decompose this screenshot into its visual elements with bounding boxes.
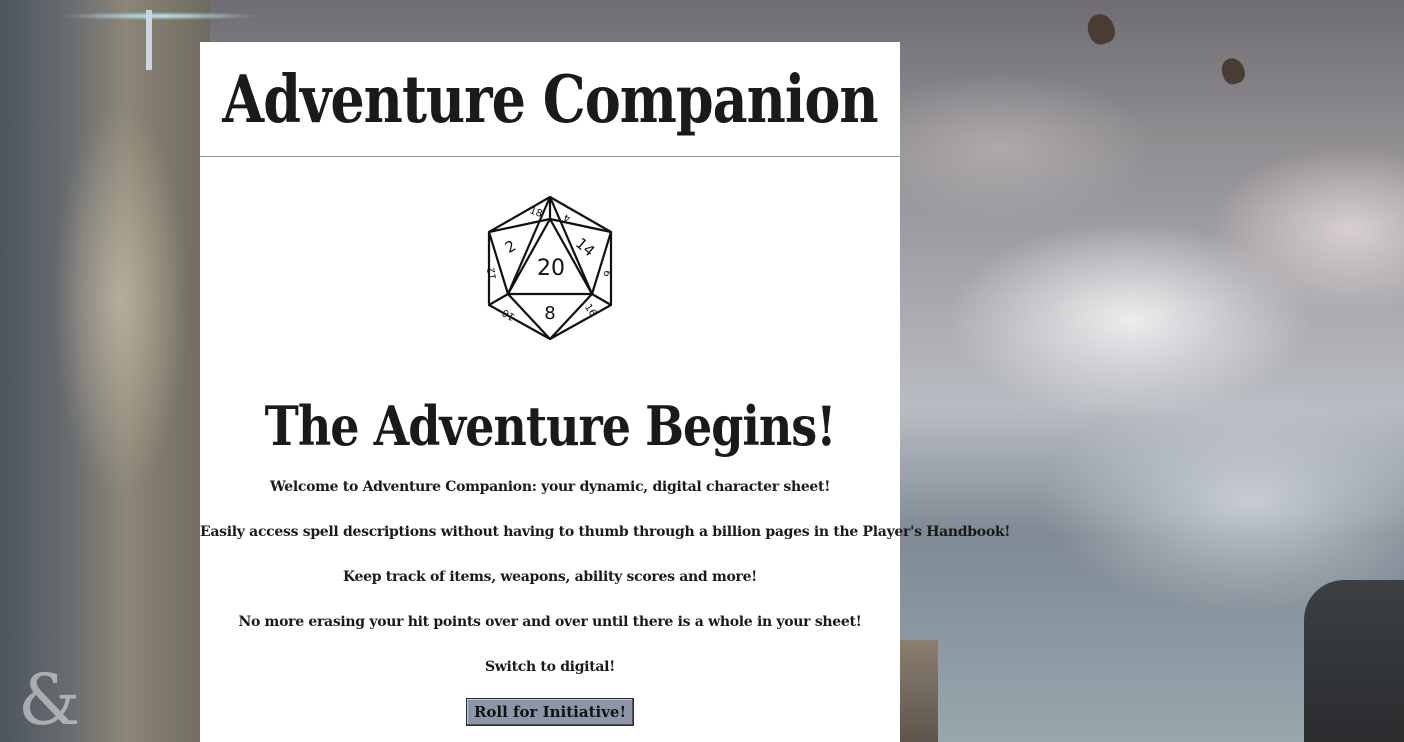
die-face-number: 8 <box>544 303 555 324</box>
intro-paragraph: Easily access spell descriptions without… <box>200 524 1011 540</box>
site-header: Adventure Companion <box>200 42 900 157</box>
ruin-tower <box>900 640 938 742</box>
die-face-number: 6 <box>600 269 612 277</box>
intro-paragraph: No more erasing your hit points over and… <box>238 614 862 630</box>
intro-paragraph: Keep track of items, weapons, ability sc… <box>342 569 758 585</box>
intro-paragraph: Welcome to Adventure Companion: your dyn… <box>269 479 831 495</box>
die-face-number: 4 <box>562 211 572 224</box>
tower-light-glow <box>60 12 260 20</box>
die-face-number: 12 <box>486 266 499 280</box>
content-panel: Adventure Companion 20 2 14 8 18 4 16 10… <box>200 42 1011 742</box>
die-face-number: 20 <box>537 256 565 281</box>
castle-spire <box>146 10 152 70</box>
dragon-silhouette <box>1083 10 1119 48</box>
cliff-rock <box>1304 580 1404 742</box>
die-face-number: 16 <box>582 302 598 319</box>
intro-text: Welcome to Adventure Companion: your dyn… <box>200 465 1011 690</box>
ampersand-logo-icon: & <box>18 659 81 741</box>
section-heading: The Adventure Begins! <box>264 394 837 458</box>
roll-for-initiative-button[interactable]: Roll for Initiative! <box>465 698 635 726</box>
d20-icon: 20 2 14 8 18 4 16 10 12 6 <box>480 193 620 343</box>
dragon-silhouette <box>1218 55 1248 87</box>
intro-paragraph: Switch to digital! <box>484 659 616 675</box>
castle-background-art <box>0 0 260 742</box>
die-face-number: 2 <box>502 236 519 256</box>
site-title: Adventure Companion <box>222 59 878 139</box>
